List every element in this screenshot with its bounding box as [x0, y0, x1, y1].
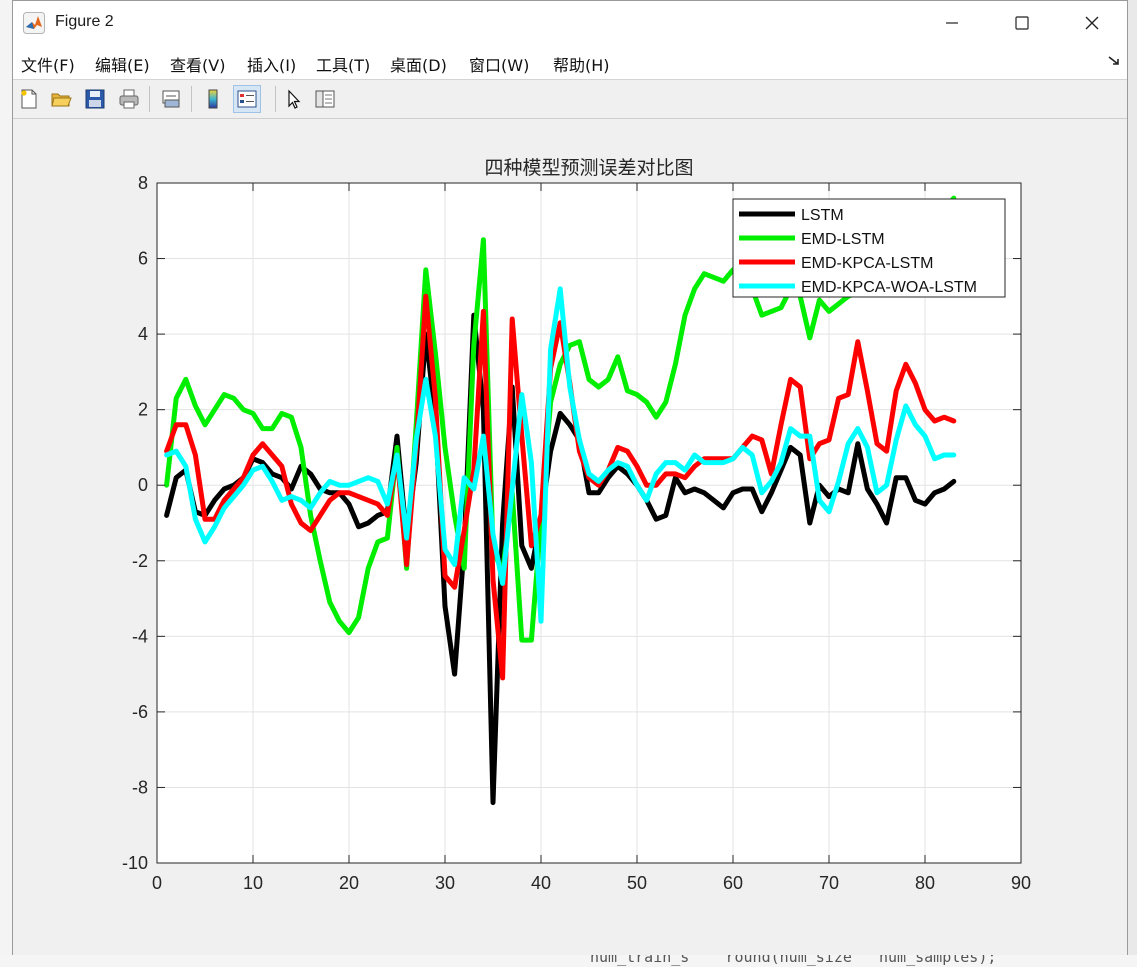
y-tick-label: -10	[122, 853, 148, 873]
figure-canvas: 0 10 20 30 40 50 60 70 80 90 8 6 4 2 0 -2 -4 -6 -8 -10 四种模型预…	[13, 119, 1127, 955]
save-icon	[85, 89, 105, 109]
y-tick-label: -6	[132, 702, 148, 722]
x-tick-label: 60	[723, 873, 743, 893]
link-plot-button[interactable]	[157, 85, 185, 113]
x-tick-label: 0	[152, 873, 162, 893]
toolbar-separator	[149, 86, 150, 112]
dock-arrow-icon[interactable]	[1107, 54, 1121, 68]
open-file-icon	[51, 93, 72, 107]
legend-label: LSTM	[801, 207, 844, 224]
close-button[interactable]	[1057, 1, 1127, 45]
y-tick-label: -8	[132, 777, 148, 797]
menu-desktop[interactable]: 桌面(D)	[390, 52, 447, 76]
save-button[interactable]	[81, 85, 109, 113]
menu-edit[interactable]: 编辑(E)	[95, 52, 150, 76]
menu-file[interactable]: 文件(F)	[21, 52, 75, 76]
minimize-button[interactable]	[917, 1, 987, 45]
insert-colorbar-icon	[208, 89, 218, 109]
y-tick-label: -2	[132, 551, 148, 571]
x-tick-label: 10	[243, 873, 263, 893]
toolbar-separator	[191, 86, 192, 112]
maximize-button[interactable]	[987, 1, 1057, 45]
property-inspector-button[interactable]	[311, 85, 339, 113]
x-tick-label: 90	[1011, 873, 1031, 893]
close-icon	[1085, 16, 1099, 30]
y-tick-label: 0	[138, 475, 148, 495]
toolbar-separator	[275, 86, 276, 112]
new-figure-button[interactable]	[15, 85, 43, 113]
property-inspector-icon	[315, 90, 335, 108]
x-tick-label: 20	[339, 873, 359, 893]
legend-label: EMD-KPCA-WOA-LSTM	[801, 279, 977, 296]
print-button[interactable]	[115, 85, 143, 113]
link-plot-icon	[162, 90, 180, 108]
figure-toolbar	[13, 80, 1127, 119]
x-tick-label: 80	[915, 873, 935, 893]
menu-tools[interactable]: 工具(T)	[316, 52, 370, 76]
print-icon	[119, 89, 139, 109]
figure-window: Figure 2 文件(F) 编辑(E) 查看(V) 插入(I) 工具(T) 桌…	[12, 0, 1128, 955]
x-tick-label: 70	[819, 873, 839, 893]
menu-window[interactable]: 窗口(W)	[469, 52, 529, 76]
new-figure-icon	[21, 89, 37, 109]
legend-label: EMD-KPCA-LSTM	[801, 255, 933, 272]
menu-help[interactable]: 帮助(H)	[553, 52, 610, 76]
y-tick-label: -4	[132, 626, 148, 646]
y-tick-label: 4	[138, 324, 148, 344]
insert-legend-icon	[237, 90, 257, 108]
x-tick-label: 50	[627, 873, 647, 893]
y-tick-label: 2	[138, 400, 148, 420]
edit-pointer-icon	[288, 89, 301, 109]
x-tick-label: 30	[435, 873, 455, 893]
matlab-logo-icon	[23, 12, 45, 34]
chart-title: 四种模型预测误差对比图	[484, 157, 693, 179]
minimize-icon	[946, 22, 958, 24]
insert-colorbar-button[interactable]	[199, 85, 227, 113]
legend-label: EMD-LSTM	[801, 231, 885, 248]
x-tick-label: 40	[531, 873, 551, 893]
edit-plot-button[interactable]	[279, 85, 307, 113]
error-comparison-chart[interactable]: 0 10 20 30 40 50 60 70 80 9086420-2-4-6-8-10四种模型预…	[13, 119, 1127, 955]
maximize-icon	[1015, 16, 1029, 30]
y-tick-label: 8	[138, 173, 148, 193]
insert-legend-button[interactable]	[233, 85, 261, 113]
open-file-button[interactable]	[47, 85, 75, 113]
menu-insert[interactable]: 插入(I)	[247, 52, 296, 76]
y-tick-label: 6	[138, 249, 148, 269]
menu-bar: 文件(F) 编辑(E) 查看(V) 插入(I) 工具(T) 桌面(D) 窗口(W…	[13, 45, 1127, 80]
title-bar[interactable]: Figure 2	[13, 1, 1127, 45]
window-title: Figure 2	[55, 13, 114, 30]
menu-view[interactable]: 查看(V)	[170, 52, 225, 76]
